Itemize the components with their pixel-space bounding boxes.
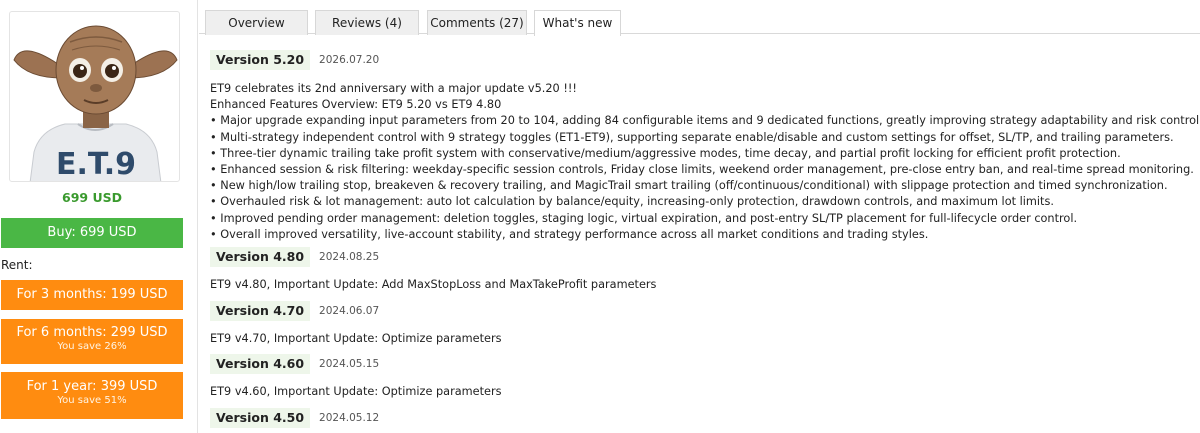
rent-option-label: For 3 months: 199 USD	[16, 287, 168, 302]
alien-mascot-image: E.T.9	[13, 25, 178, 182]
version-note-line: ET9 celebrates its 2nd anniversary with …	[210, 82, 577, 95]
version-date: 2024.05.12	[319, 412, 380, 424]
version-label: Version 5.20	[210, 50, 311, 70]
rent-option-savings: You save 26%	[57, 341, 127, 352]
version-note-line: • Overhauled risk & lot management: auto…	[210, 195, 1054, 209]
version-notes: ET9 v4.60, Important Update: Optimize pa…	[210, 384, 502, 400]
buy-button[interactable]: Buy: 699 USD	[1, 218, 183, 248]
rent-option-label: For 1 year: 399 USD	[26, 379, 158, 394]
tab-comments[interactable]: Comments (27)	[427, 10, 527, 35]
version-label: Version 4.50	[210, 408, 311, 428]
version-note-line: • New high/low trailing stop, breakeven …	[210, 179, 1168, 193]
product-sidebar: E.T.9 699 USD Buy: 699 USD Rent: For 3 m…	[0, 0, 198, 433]
version-entry: Version 4.50 2024.05.12	[210, 407, 379, 429]
version-note-line: • Improved pending order management: del…	[210, 211, 1078, 225]
rent-option-label: For 6 months: 299 USD	[16, 325, 168, 340]
rent-6-months-button[interactable]: For 6 months: 299 USD You save 26%	[1, 319, 183, 364]
version-note-line: • Overall improved versatility, live-acc…	[210, 227, 929, 241]
version-note-line: • Enhanced session & risk filtering: wee…	[210, 163, 1194, 177]
version-label: Version 4.60	[210, 354, 311, 374]
tab-whats-new[interactable]: What's new	[534, 10, 621, 36]
tab-overview[interactable]: Overview	[205, 10, 308, 35]
version-note-line: • Three-tier dynamic trailing take profi…	[210, 146, 1121, 160]
version-note-line: • Multi-strategy independent control wit…	[210, 130, 1174, 144]
version-note-line: ET9 v4.70, Important Update: Optimize pa…	[210, 332, 502, 345]
version-note-line: ET9 v4.60, Important Update: Optimize pa…	[210, 385, 502, 398]
version-notes: ET9 v4.80, Important Update: Add MaxStop…	[210, 277, 656, 293]
version-date: 2024.06.07	[319, 305, 380, 317]
version-entry: Version 4.70 2024.06.07 ET9 v4.70, Impor…	[210, 300, 502, 347]
whats-new-panel: Version 5.20 2026.07.20 ET9 celebrates i…	[199, 34, 1200, 433]
version-label: Version 4.80	[210, 247, 311, 267]
version-entry: Version 4.60 2024.05.15 ET9 v4.60, Impor…	[210, 353, 502, 400]
version-date: 2024.05.15	[319, 358, 380, 370]
rent-1-year-button[interactable]: For 1 year: 399 USD You save 51%	[1, 372, 183, 419]
version-note-line: ET9 v4.80, Important Update: Add MaxStop…	[210, 278, 657, 291]
version-date: 2024.08.25	[319, 251, 380, 263]
version-notes: ET9 v4.70, Important Update: Optimize pa…	[210, 331, 502, 347]
svg-text:E.T.9: E.T.9	[56, 147, 136, 182]
version-note-line: Enhanced Features Overview: ET9 5.20 vs …	[210, 98, 502, 112]
version-label: Version 4.70	[210, 301, 311, 321]
tab-reviews[interactable]: Reviews (4)	[315, 10, 419, 35]
version-notes: ET9 celebrates its 2nd anniversary with …	[210, 81, 1200, 243]
rent-label: Rent:	[1, 258, 33, 272]
rent-option-savings: You save 51%	[57, 395, 127, 406]
rent-3-months-button[interactable]: For 3 months: 199 USD	[1, 280, 183, 310]
version-entry: Version 4.80 2024.08.25 ET9 v4.80, Impor…	[210, 246, 656, 293]
version-date: 2026.07.20	[319, 54, 380, 66]
tab-bar: Overview Reviews (4) Comments (27) What'…	[199, 0, 1200, 36]
version-entry: Version 5.20 2026.07.20 ET9 celebrates i…	[210, 49, 1200, 243]
version-note-line: • Major upgrade expanding input paramete…	[210, 114, 1200, 128]
product-image[interactable]: E.T.9	[9, 11, 180, 182]
product-price: 699 USD	[62, 190, 122, 205]
